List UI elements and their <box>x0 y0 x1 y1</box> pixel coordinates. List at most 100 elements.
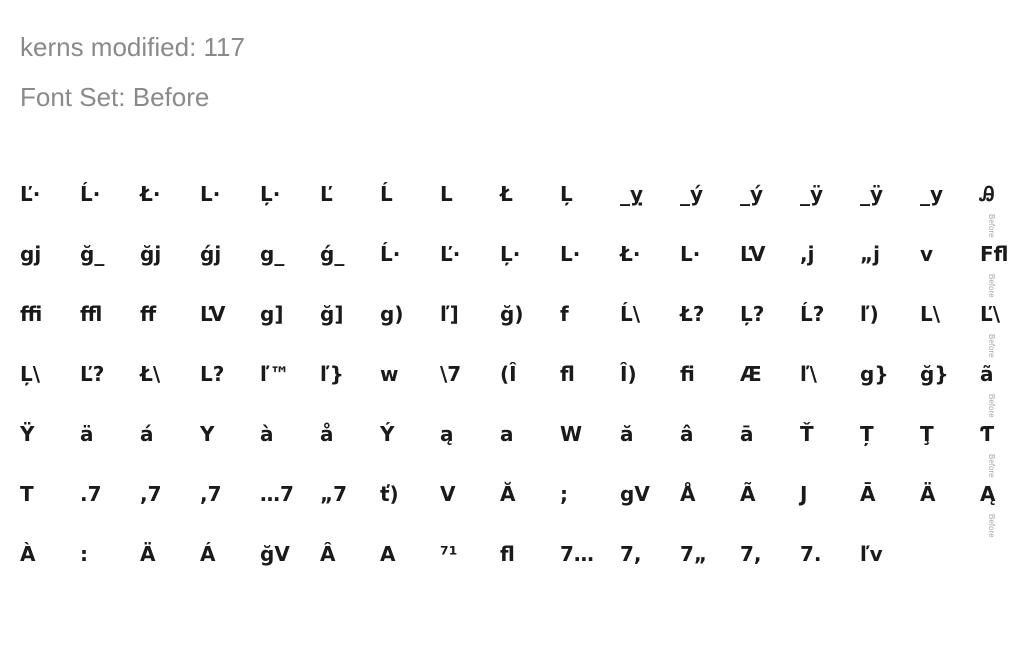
kern-pair: à <box>260 422 274 446</box>
kern-pair: Á <box>200 542 216 566</box>
font-set-label: Font Set: Before <box>20 82 210 112</box>
kern-pair: \7 <box>440 362 462 386</box>
kern-pair: Ł· <box>620 242 641 266</box>
kern-pair: Ļ· <box>260 182 281 206</box>
kern-pair: L\ <box>920 302 941 326</box>
kern-pair-grid: Ľ· Ĺ· Ł· L· Ļ· Ľ Ĺ L Ł Ļ _ỵ _ý _ý _ÿ _ÿ _y Ꭿ Before gj ğ_ ğj… <box>20 164 1010 584</box>
kern-pair: Ľ· <box>20 182 41 206</box>
kern-pair-row: Ÿä á Yà å Ýą a Wă â ā Ť Ț Ţ Ƭ Before <box>20 404 1010 478</box>
kern-pair: g} <box>860 362 889 386</box>
kern-pair: ĽV <box>200 302 226 326</box>
kern-pair: J <box>800 482 808 506</box>
kern-pair: _ÿ <box>800 182 824 206</box>
kern-pair: ff <box>140 302 157 326</box>
kern-pair: Î) <box>620 362 637 386</box>
kern-pair: _ý <box>680 182 704 206</box>
kern-pair: ą <box>440 422 454 446</box>
kern-pair-row: Ľ· Ĺ· Ł· L· Ļ· Ľ Ĺ L Ł Ļ _ỵ _ý _ý _ÿ _ÿ _y Ꭿ Before <box>20 164 1010 238</box>
kern-pair: Ĺ· <box>380 242 401 266</box>
kern-pair: L· <box>680 242 701 266</box>
kerns-modified-count: kerns modified: 117 <box>20 32 245 62</box>
kern-pair: g) <box>380 302 404 326</box>
kern-pair: ā <box>740 422 754 446</box>
kern-pair: ă <box>620 422 634 446</box>
kern-pair: _y <box>920 182 944 206</box>
kern-pair: f <box>560 302 569 326</box>
kern-pair: ğV <box>260 542 290 566</box>
kern-pair: ,j <box>800 242 815 266</box>
kern-pair: ľ™ <box>260 362 290 386</box>
kern-pair: L? <box>200 362 225 386</box>
kern-pair: Æ <box>740 362 762 386</box>
kern-pair: Ľ· <box>440 242 461 266</box>
kern-pair: Ĺ? <box>800 302 825 326</box>
kern-pair: Ä <box>140 542 156 566</box>
kern-pair: Ĺ <box>380 182 393 206</box>
kern-pair: gj <box>20 242 42 266</box>
kern-pair: Ł <box>500 182 513 206</box>
kern-pair: Ł? <box>680 302 705 326</box>
kern-pair: …7 <box>260 482 294 506</box>
kern-pair: g] <box>260 302 284 326</box>
kern-pair: Å <box>680 482 696 506</box>
kern-pair: T <box>20 482 34 506</box>
kern-pair: : <box>80 542 88 566</box>
kern-pair: Ä <box>920 482 936 506</box>
kern-pair: „7 <box>320 482 348 506</box>
kern-pair: .7 <box>80 482 102 506</box>
kern-pair: fi <box>680 362 695 386</box>
kern-pair: á <box>140 422 154 446</box>
kern-pair: Ł\ <box>140 362 161 386</box>
kern-pair: Ļ\ <box>20 362 41 386</box>
kern-pair: fl <box>500 542 515 566</box>
kern-pair: ĽV <box>740 242 766 266</box>
kern-pair: ğ] <box>320 302 344 326</box>
kern-pair: å <box>320 422 334 446</box>
kern-pair: A <box>380 542 396 566</box>
kern-pair: Ľ <box>320 182 333 206</box>
kern-pair: 7… <box>560 542 594 566</box>
kern-pair: ⁷¹ <box>440 542 458 566</box>
kern-pair: gV <box>620 482 650 506</box>
kern-pair: ,7 <box>140 482 162 506</box>
kern-pair: Ł· <box>140 182 161 206</box>
kern-pair: Ĺ· <box>80 182 101 206</box>
kern-pair: Ţ <box>920 422 934 446</box>
kern-pair: Â <box>320 542 336 566</box>
kern-pair: Ľ? <box>80 362 105 386</box>
kern-pair: 7, <box>620 542 642 566</box>
kern-pair: _ÿ <box>860 182 884 206</box>
kern-pair: _ý <box>740 182 764 206</box>
kern-pair: Ã <box>740 482 756 506</box>
kern-pair: À <box>20 542 36 566</box>
kern-pair: 7„ <box>680 542 708 566</box>
kern-pair: ä <box>80 422 94 446</box>
kern-pair: ľv <box>860 542 883 566</box>
kern-pair: Ļ? <box>740 302 765 326</box>
kern-pair: v <box>920 242 934 266</box>
kern-pair: ğj <box>140 242 162 266</box>
header: kerns modified: 117 Font Set: Before <box>20 22 245 122</box>
kern-pair: w <box>380 362 399 386</box>
kern-pair: 7. <box>800 542 822 566</box>
kern-pair: L· <box>560 242 581 266</box>
kern-pair: W <box>560 422 583 446</box>
kern-pair: (Î <box>500 362 517 386</box>
kern-pair: ľ} <box>320 362 344 386</box>
kern-pair: ť) <box>380 482 399 506</box>
kern-pair: fl <box>560 362 575 386</box>
kern-pair: ľ\ <box>800 362 817 386</box>
kern-pair: â <box>680 422 694 446</box>
kern-pair-row: Ļ\ Ľ? Ł\ L? ľ™ ľ} w \7 (Î fl Î) fi Æľ\ g} ğ} ã Before <box>20 344 1010 418</box>
kern-pair: Y <box>200 422 215 446</box>
kern-pair: ffl <box>80 302 103 326</box>
kern-pair: ǵ_ <box>320 242 345 266</box>
kern-pair: Ļ <box>560 182 573 206</box>
kern-pair: V <box>440 482 456 506</box>
kern-pair: g_ <box>260 242 285 266</box>
kern-pair: _ỵ <box>620 182 644 206</box>
kern-pair: Ț <box>860 422 874 446</box>
kern-pair-row: ffi ffl ff ĽV g] ğ] g) ľ] ğ) f Ĺ\ Ł? Ļ? Ĺ? ľ) L\ Ľ\ Befor… <box>20 284 1010 358</box>
kern-pair-row: gj ğ_ ğj ǵj g_ ǵ_ Ĺ· Ľ· Ļ· L· Ł· L· ĽV ,j „j v Ffl Before <box>20 224 1010 298</box>
kern-pair: ffi <box>20 302 43 326</box>
